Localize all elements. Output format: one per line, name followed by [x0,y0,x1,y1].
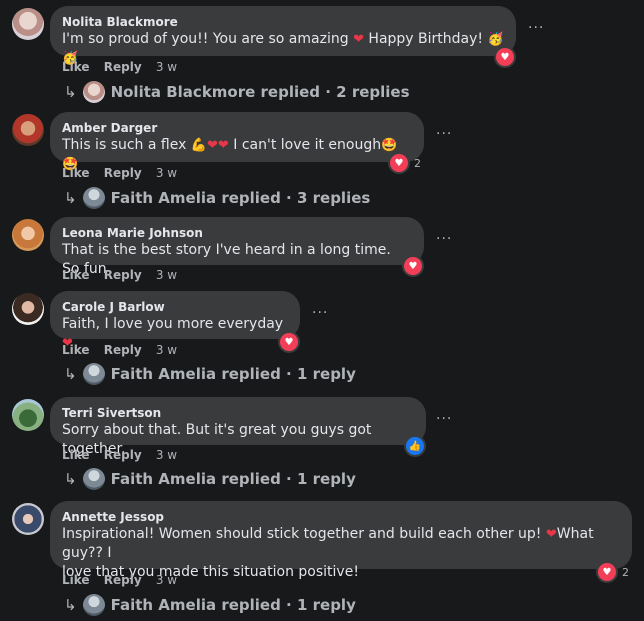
reaction-summary[interactable]: 👍 [404,435,426,457]
comment-text-part: Happy Birthday! [363,31,488,47]
comment-author[interactable]: Amber Darger [62,120,412,136]
replies-label: Nolita Blackmore replied · 2 replies [110,83,410,101]
view-replies-link[interactable]: ↳ Nolita Blackmore replied · 2 replies [64,81,410,103]
like-button[interactable]: Like [62,60,90,74]
view-replies-link[interactable]: ↳ Faith Amelia replied · 3 replies [64,187,370,209]
like-button[interactable]: Like [62,166,90,180]
reply-avatar [82,594,105,616]
love-reaction-icon: ♥ [388,152,410,174]
replies-label: Faith Amelia replied · 1 reply [110,470,356,488]
comment-actions: Like Reply 3 w [62,573,187,587]
replies-label: Faith Amelia replied · 3 replies [110,189,371,207]
like-button[interactable]: Like [62,268,90,282]
view-replies-link[interactable]: ↳ Faith Amelia replied · 1 reply [64,363,356,385]
reply-button[interactable]: Reply [104,573,142,587]
avatar[interactable] [12,293,44,325]
comment-bubble: Annette Jessop Inspirational! Women shou… [50,501,632,580]
love-reaction-icon: ♥ [596,561,618,583]
reply-avatar [82,187,105,209]
reply-avatar [82,468,105,490]
like-button[interactable]: Like [62,448,90,462]
reaction-summary[interactable]: ♥ [494,46,519,68]
avatar[interactable] [12,114,44,146]
reply-arrow-icon: ↳ [64,470,77,488]
timestamp[interactable]: 3 w [156,343,177,357]
comment-bubble: Leona Marie Johnson That is the best sto… [50,217,424,277]
comment-actions: Like Reply 3 w [62,448,187,462]
reaction-summary[interactable]: ♥ 2 [596,561,629,583]
reply-avatar [82,81,105,103]
view-replies-link[interactable]: ↳ Faith Amelia replied · 1 reply [64,468,356,490]
avatar[interactable] [12,8,44,40]
comment-text-part: Inspirational! Women should stick togeth… [62,526,546,542]
replies-label: Faith Amelia replied · 1 reply [110,365,356,383]
comment-bubble: Nolita Blackmore I'm so proud of you!! Y… [50,6,516,66]
comment-bubble: Terri Sivertson Sorry about that. But it… [50,397,426,457]
like-reaction-icon: 👍 [404,435,426,457]
reaction-count: 2 [622,565,629,579]
reply-arrow-icon: ↳ [64,83,77,101]
replies-label: Faith Amelia replied · 1 reply [110,596,356,614]
reaction-summary[interactable]: ♥ 2 [388,152,421,174]
comment-author[interactable]: Terri Sivertson [62,405,414,421]
comment-actions: Like Reply 3 w [62,60,187,74]
reply-avatar [82,363,105,385]
like-button[interactable]: Like [62,573,90,587]
more-options-icon[interactable]: ··· [436,231,452,247]
timestamp[interactable]: 3 w [156,166,177,180]
reaction-summary[interactable]: ♥ [278,331,300,353]
comment-bubble: Carole J Barlow Faith, I love you more e… [50,291,300,351]
comment-actions: Like Reply 3 w [62,268,187,282]
heart-emoji-icon: ❤❤ [207,138,229,153]
avatar[interactable] [12,399,44,431]
reply-arrow-icon: ↳ [64,596,77,614]
heart-emoji-icon: ❤ [545,527,557,542]
timestamp[interactable]: 3 w [156,268,177,282]
reaction-summary[interactable]: ♥ [402,255,424,277]
comment-text-part: This is such a flex [62,137,191,153]
heart-emoji-icon: ❤ [353,32,364,47]
more-options-icon[interactable]: ··· [436,126,452,142]
reply-button[interactable]: Reply [104,448,142,462]
love-reaction-icon: ♥ [494,46,516,68]
comment-author[interactable]: Annette Jessop [62,509,620,525]
comment-author[interactable]: Leona Marie Johnson [62,225,412,241]
more-options-icon[interactable]: ··· [528,20,544,36]
more-options-icon[interactable]: ··· [312,305,328,321]
comment-text-part: Faith, I love you more everyday [62,316,284,332]
timestamp[interactable]: 3 w [156,448,177,462]
comment-author[interactable]: Carole J Barlow [62,299,288,315]
reply-button[interactable]: Reply [104,343,142,357]
comment-text-part: I can't love it enough [228,137,382,153]
reply-button[interactable]: Reply [104,166,142,180]
love-reaction-icon: ♥ [278,331,300,353]
timestamp[interactable]: 3 w [156,60,177,74]
view-replies-link[interactable]: ↳ Faith Amelia replied · 1 reply [64,594,356,616]
comment-bubble: Amber Darger This is such a flex 💪❤❤ I c… [50,112,424,172]
love-reaction-icon: ♥ [402,255,424,277]
more-options-icon[interactable]: ··· [436,411,452,427]
avatar[interactable] [12,503,44,535]
reply-button[interactable]: Reply [104,268,142,282]
flexed-biceps-emoji-icon: 💪 [190,138,208,153]
reply-arrow-icon: ↳ [64,189,77,207]
reply-arrow-icon: ↳ [64,365,77,383]
reply-button[interactable]: Reply [104,60,142,74]
comment-author[interactable]: Nolita Blackmore [62,14,504,30]
reaction-count: 2 [414,156,421,170]
comment-text-part: I'm so proud of you!! You are so amazing [62,31,354,47]
comment-actions: Like Reply 3 w [62,343,187,357]
timestamp[interactable]: 3 w [156,573,177,587]
like-button[interactable]: Like [62,343,90,357]
comment-actions: Like Reply 3 w [62,166,187,180]
avatar[interactable] [12,219,44,251]
